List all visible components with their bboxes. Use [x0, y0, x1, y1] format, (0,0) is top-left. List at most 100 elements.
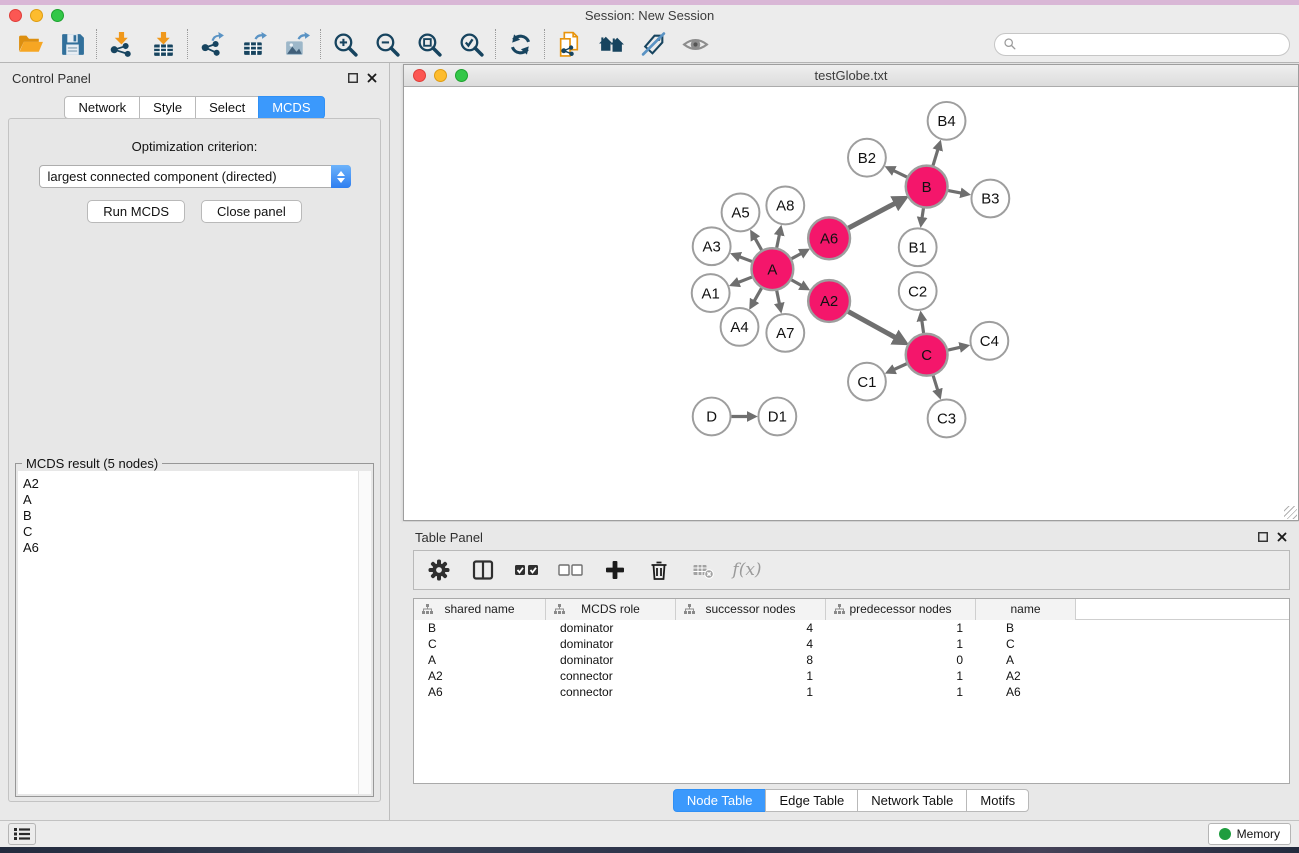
zoom-selected-button[interactable] — [450, 28, 492, 61]
export-image-button[interactable] — [275, 28, 317, 61]
table-cell[interactable]: 4 — [676, 636, 826, 652]
graph-edge-C-C2[interactable] — [922, 319, 924, 333]
graph-edge-B-B4[interactable] — [933, 148, 938, 166]
column-header-shared-name[interactable]: shared name — [414, 599, 546, 620]
search-box[interactable] — [994, 33, 1290, 56]
zoom-out-button[interactable] — [366, 28, 408, 61]
mcds-result-list[interactable]: A2ABCA6 — [18, 471, 371, 794]
table-cell[interactable]: 1 — [676, 684, 826, 700]
column-header-name[interactable]: name — [976, 599, 1076, 620]
table-cell[interactable]: A — [414, 652, 546, 668]
tab-edge-table[interactable]: Edge Table — [765, 789, 858, 812]
table-cell[interactable]: 4 — [676, 620, 826, 636]
network-graph[interactable]: B4B2BB3A8A5A6A3B1AC2A1A2A4A7C4CC1DD1C3 — [404, 88, 1298, 520]
table-row[interactable]: Bdominator41B — [414, 620, 1289, 636]
table-cell[interactable]: 1 — [826, 636, 976, 652]
table-cell[interactable]: A6 — [414, 684, 546, 700]
table-cell[interactable]: A2 — [414, 668, 546, 684]
graph-edge-A-A3[interactable] — [738, 256, 752, 261]
import-network-button[interactable] — [100, 28, 142, 61]
table-cell[interactable]: 1 — [826, 684, 976, 700]
column-header-successor-nodes[interactable]: successor nodes — [676, 599, 826, 620]
mcds-result-item[interactable]: A2 — [18, 476, 371, 492]
graph-edge-A2-C[interactable] — [848, 312, 897, 339]
delete-column-button[interactable] — [642, 554, 676, 586]
close-panel-icon[interactable] — [1277, 532, 1287, 542]
graph-edge-A6-B[interactable] — [848, 202, 897, 228]
close-panel-button[interactable]: Close panel — [201, 200, 302, 223]
graph-edge-B-B2[interactable] — [892, 170, 907, 177]
table-cell[interactable]: 1 — [826, 668, 976, 684]
import-table-button[interactable] — [142, 28, 184, 61]
table-cell[interactable]: connector — [546, 668, 676, 684]
graph-edge-B-B3[interactable] — [948, 191, 962, 194]
graph-edge-C-C4[interactable] — [948, 347, 962, 350]
memory-button[interactable]: Memory — [1208, 823, 1291, 845]
table-cell[interactable]: B — [414, 620, 546, 636]
show-columns-button[interactable] — [466, 554, 500, 586]
search-input[interactable] — [1021, 37, 1281, 52]
graph-edge-A-A6[interactable] — [792, 253, 803, 259]
graph-edge-A-A8[interactable] — [777, 233, 780, 248]
tab-network[interactable]: Network — [64, 96, 140, 119]
table-settings-button[interactable] — [422, 554, 456, 586]
resize-grip[interactable] — [1284, 506, 1297, 519]
mcds-result-item[interactable]: C — [18, 524, 371, 540]
apply-function-button[interactable]: f(x) — [730, 554, 764, 586]
table-cell[interactable]: B — [976, 620, 1076, 636]
refresh-layout-button[interactable] — [499, 28, 541, 61]
tab-network-table[interactable]: Network Table — [857, 789, 967, 812]
table-cell[interactable]: connector — [546, 684, 676, 700]
run-mcds-button[interactable]: Run MCDS — [87, 200, 185, 223]
table-cell[interactable]: dominator — [546, 636, 676, 652]
network-from-table-button[interactable] — [548, 28, 590, 61]
add-column-button[interactable] — [598, 554, 632, 586]
table-cell[interactable]: C — [976, 636, 1076, 652]
table-row[interactable]: A2connector11A2 — [414, 668, 1289, 684]
mcds-result-item[interactable]: A — [18, 492, 371, 508]
table-cell[interactable]: 1 — [676, 668, 826, 684]
table-cell[interactable]: 1 — [826, 620, 976, 636]
task-history-button[interactable] — [8, 823, 36, 845]
mcds-result-item[interactable]: A6 — [18, 540, 371, 556]
graph-edge-C-C1[interactable] — [893, 364, 907, 370]
tab-style[interactable]: Style — [139, 96, 196, 119]
graph-edge-B-B1[interactable] — [922, 208, 924, 219]
zoom-in-button[interactable] — [324, 28, 366, 61]
table-cell[interactable]: A2 — [976, 668, 1076, 684]
zoom-fit-button[interactable] — [408, 28, 450, 61]
table-cell[interactable]: A — [976, 652, 1076, 668]
toggle-details-button[interactable] — [674, 28, 716, 61]
delete-table-button[interactable] — [686, 554, 720, 586]
save-session-button[interactable] — [51, 28, 93, 61]
graph-edge-A-A5[interactable] — [754, 237, 761, 250]
graph-edge-A-A4[interactable] — [754, 288, 762, 302]
float-panel-icon[interactable] — [1258, 532, 1268, 542]
deselect-all-columns-button[interactable] — [554, 554, 588, 586]
table-cell[interactable]: C — [414, 636, 546, 652]
graph-edge-C-C3[interactable] — [933, 376, 938, 392]
export-network-button[interactable] — [191, 28, 233, 61]
table-cell[interactable]: dominator — [546, 652, 676, 668]
export-table-button[interactable] — [233, 28, 275, 61]
table-cell[interactable]: 8 — [676, 652, 826, 668]
reset-view-button[interactable] — [590, 28, 632, 61]
table-row[interactable]: Cdominator41C — [414, 636, 1289, 652]
column-header-predecessor-nodes[interactable]: predecessor nodes — [826, 599, 976, 620]
tab-select[interactable]: Select — [195, 96, 259, 119]
table-cell[interactable]: 0 — [826, 652, 976, 668]
mcds-result-item[interactable]: B — [18, 508, 371, 524]
table-row[interactable]: Adominator80A — [414, 652, 1289, 668]
dropdown-stepper-icon[interactable] — [331, 165, 351, 188]
mcds-result-scrollbar[interactable] — [358, 471, 371, 794]
table-cell[interactable]: dominator — [546, 620, 676, 636]
tab-motifs[interactable]: Motifs — [966, 789, 1029, 812]
graph-edge-A-A1[interactable] — [737, 277, 752, 283]
column-header-mcds-role[interactable]: MCDS role — [546, 599, 676, 620]
close-panel-icon[interactable] — [367, 73, 377, 83]
table-row[interactable]: A6connector11A6 — [414, 684, 1289, 700]
table-cell[interactable]: A6 — [976, 684, 1076, 700]
select-all-columns-button[interactable] — [510, 554, 544, 586]
open-file-button[interactable] — [9, 28, 51, 61]
graph-edge-A-A7[interactable] — [777, 291, 780, 306]
